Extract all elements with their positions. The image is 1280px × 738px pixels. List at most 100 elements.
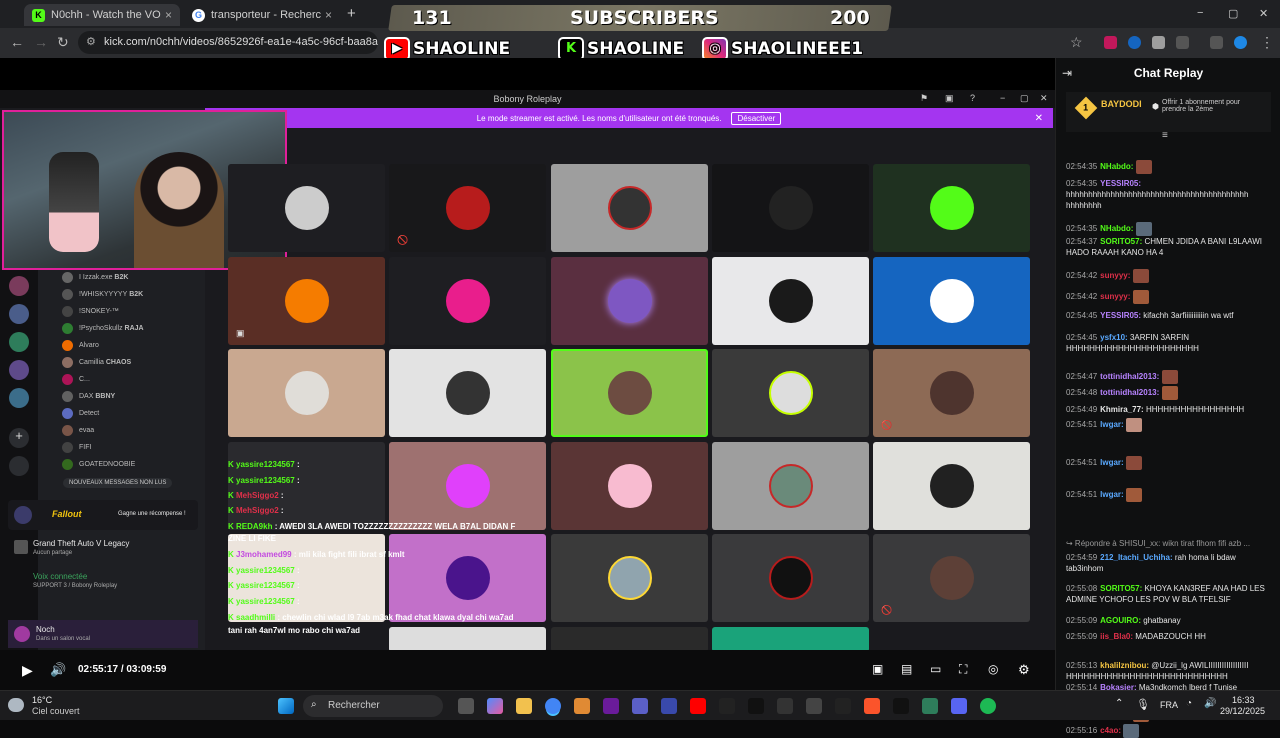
avatar — [607, 186, 652, 230]
tab-google[interactable]: G transporteur - Recherche Google × — [184, 4, 340, 26]
forward-icon[interactable]: → — [34, 34, 48, 50]
youtube-icon[interactable] — [690, 698, 706, 714]
volume-icon[interactable]: 🔊 — [50, 662, 66, 678]
chat-title: Chat Replay — [1133, 66, 1204, 80]
profile-avatar-icon[interactable] — [1234, 36, 1247, 49]
volume-icon[interactable]: 🔊 — [1204, 698, 1216, 709]
back-icon[interactable]: ← — [10, 34, 24, 50]
spotify-icon[interactable] — [980, 698, 996, 714]
sub-count-current: 131 — [412, 7, 452, 29]
microphone-icon[interactable]: 🎙 — [1136, 698, 1150, 711]
message-username[interactable]: YESSIR05: — [1100, 179, 1141, 188]
settings-gear-icon[interactable]: ⚙ — [1018, 662, 1030, 678]
message-username[interactable]: ysfx10: — [1100, 333, 1128, 342]
participant-tile — [551, 164, 708, 252]
app-icon[interactable] — [661, 698, 677, 714]
wifi-icon[interactable]: ◔ — [1186, 698, 1192, 709]
reload-icon[interactable]: ↻ — [57, 34, 69, 51]
chat-message: ↪ Répondre à SHISUI_xx: wikn tirat flhom… — [1066, 538, 1273, 549]
chat-message: 02:55:09 AGOUIRO: ghatbanay — [1066, 615, 1273, 626]
maximize-button[interactable]: ▢ — [1228, 7, 1238, 20]
message-username[interactable]: YESSIR05: — [1100, 311, 1141, 320]
close-window-button[interactable]: ✕ — [1259, 7, 1268, 20]
message-username[interactable]: SORITO57: — [1100, 584, 1142, 593]
message-username[interactable]: NHabdo: — [1100, 224, 1133, 233]
message-username[interactable]: iis_Bla0: — [1100, 632, 1133, 641]
chat-message: 02:54:51 lwgar: — [1066, 456, 1273, 470]
app-icon[interactable] — [574, 698, 590, 714]
app-icon[interactable] — [806, 698, 822, 714]
tab-title: transporteur - Recherche Google — [211, 9, 321, 21]
clock-date[interactable]: 29/12/2025 — [1220, 706, 1265, 716]
speed-icon[interactable]: ◎ — [988, 662, 998, 676]
app-icon[interactable] — [922, 698, 938, 714]
member-item: Detect — [62, 406, 99, 420]
app-icon[interactable] — [835, 698, 851, 714]
clip-icon[interactable]: ▤ — [901, 662, 912, 676]
media-control-icon[interactable] — [1210, 36, 1223, 49]
emote-icon — [1123, 724, 1140, 738]
tab-kick[interactable]: K N0chh - Watch the VOD on Kick × — [24, 4, 180, 26]
extensions-puzzle-icon[interactable] — [1176, 36, 1189, 49]
play-icon[interactable]: ▶ — [22, 662, 33, 679]
task-view-icon[interactable] — [458, 698, 474, 714]
message-username[interactable]: lwgar: — [1100, 490, 1124, 499]
message-username[interactable]: AGOUIRO: — [1100, 616, 1141, 625]
miniplayer-icon[interactable]: ▭ — [930, 662, 941, 676]
app-icon[interactable] — [719, 698, 735, 714]
windows-start-icon[interactable] — [278, 698, 294, 714]
message-username[interactable]: tottinidhal2013: — [1100, 388, 1159, 397]
teams-icon[interactable] — [632, 698, 648, 714]
discord-icon[interactable] — [951, 698, 967, 714]
game-sub: Aucun partage — [33, 550, 73, 556]
message-username[interactable]: lwgar: — [1100, 420, 1124, 429]
file-explorer-icon[interactable] — [516, 698, 532, 714]
message-username[interactable]: tottinidhal2013: — [1100, 372, 1159, 381]
discord-server-list: + — [0, 270, 38, 650]
message-username[interactable]: c4ao: — [1100, 726, 1121, 735]
brave-icon[interactable] — [864, 698, 880, 714]
message-username[interactable]: NHabdo: — [1100, 162, 1133, 171]
fullscreen-icon[interactable]: ⛶ — [959, 662, 967, 677]
netflix-icon[interactable] — [748, 698, 764, 714]
taskbar-search[interactable]: ⌕ Rechercher — [303, 695, 443, 717]
message-username[interactable]: lwgar: — [1100, 458, 1124, 467]
clock-time[interactable]: 16:33 — [1232, 695, 1255, 705]
message-username[interactable]: sunyyy: — [1100, 271, 1130, 280]
pinned-gift-banner[interactable]: 1 BAYDODI ⬢ Offrir 1 abonnement pour pre… — [1066, 92, 1271, 132]
theater-mode-icon[interactable]: ▣ — [872, 662, 883, 676]
avatar — [62, 339, 73, 351]
site-info-icon[interactable]: ⚙ — [86, 35, 96, 48]
message-username[interactable]: khalilznibou: — [1100, 661, 1149, 670]
new-tab-button[interactable]: + — [347, 5, 356, 22]
participant-tile — [712, 627, 869, 652]
close-tab-icon[interactable]: × — [165, 8, 172, 22]
url-field[interactable]: ⚙ kick.com/n0chh/videos/8652926f-ea1e-4a… — [78, 31, 378, 54]
message-username[interactable]: sunyyy: — [1100, 292, 1130, 301]
app-icon[interactable] — [893, 698, 909, 714]
avatar — [445, 186, 490, 230]
minimize-button[interactable]: − — [1197, 7, 1203, 19]
extension-icon[interactable] — [1152, 36, 1165, 49]
copilot-icon[interactable] — [487, 698, 503, 714]
extension-icon[interactable] — [1128, 36, 1141, 49]
avatar — [284, 371, 329, 415]
message-username[interactable]: SORITO57: — [1100, 237, 1142, 246]
extension-icon[interactable] — [1104, 36, 1117, 49]
message-username[interactable]: 212_Itachi_Uchiha: — [1100, 553, 1172, 562]
chrome-icon[interactable] — [545, 698, 561, 714]
close-tab-icon[interactable]: × — [325, 8, 332, 22]
avatar — [768, 556, 813, 600]
tray-overflow-icon[interactable]: ⌃ — [1115, 698, 1123, 709]
language-indicator[interactable]: FRA — [1160, 700, 1178, 710]
filter-icon[interactable]: ≡ — [1162, 130, 1168, 141]
gift-icon: ⬢ — [1152, 102, 1159, 111]
stream-overlay-chat: K yassire1234567 : K yassire1234567 : K … — [228, 460, 558, 638]
app-icon[interactable] — [603, 698, 619, 714]
webcam-person-silhouette — [134, 152, 224, 268]
close-icon: ✕ — [1040, 93, 1048, 103]
message-username[interactable]: Khmira_77: — [1100, 405, 1144, 414]
app-icon[interactable] — [777, 698, 793, 714]
menu-dots-icon[interactable]: ⋮ — [1260, 34, 1274, 51]
bookmark-star-icon[interactable]: ☆ — [1070, 34, 1083, 51]
